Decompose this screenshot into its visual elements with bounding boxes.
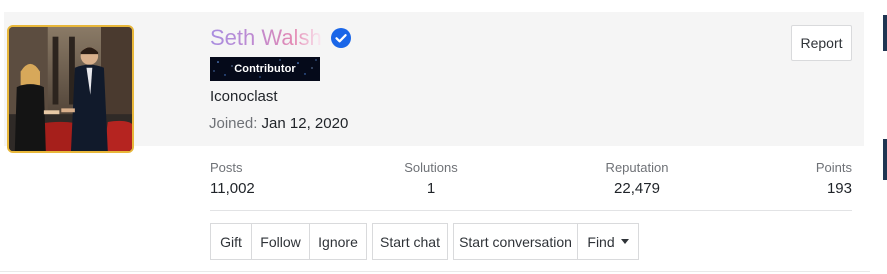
avatar[interactable] [7, 25, 134, 153]
member-stats: Posts 11,002 Solutions 1 Reputation 22,4… [210, 160, 852, 200]
card-divider [0, 271, 870, 272]
report-button[interactable]: Report [791, 25, 852, 61]
stat-label: Points [815, 160, 852, 175]
joined-value: Jan 12, 2020 [261, 115, 349, 132]
stat-label: Reputation [605, 160, 669, 175]
joined-label: Joined: [209, 115, 258, 132]
follow-button[interactable]: Follow [251, 223, 310, 260]
caret-down-icon [620, 239, 629, 244]
stat-solutions[interactable]: Solutions 1 [404, 160, 457, 199]
start-conversation-button[interactable]: Start conversation [453, 223, 578, 260]
stat-value: 1 [426, 180, 436, 197]
start-chat-button[interactable]: Start chat [372, 223, 448, 260]
name-row: Seth Walsh [210, 24, 352, 52]
user-title: Iconoclast [210, 88, 278, 105]
stat-label: Posts [210, 160, 243, 175]
stat-label: Solutions [404, 160, 458, 175]
stat-points[interactable]: Points 193 [816, 160, 852, 199]
username[interactable]: Seth Walsh [210, 24, 328, 52]
verified-check-icon [330, 28, 351, 48]
stat-value: 11,002 [210, 180, 255, 197]
avatar-photo [9, 27, 132, 151]
rank-badge: Contributor [210, 57, 320, 81]
stat-value: 193 [826, 180, 852, 197]
stats-divider [210, 210, 852, 211]
ignore-button[interactable]: Ignore [309, 223, 367, 260]
edge-accent-bar [883, 139, 887, 180]
stat-value: 22,479 [614, 180, 660, 197]
gift-button[interactable]: Gift [210, 223, 252, 260]
find-dropdown-button[interactable]: Find [577, 223, 639, 260]
find-label: Find [587, 233, 615, 250]
rank-badge-label: Contributor [234, 63, 296, 75]
stat-posts[interactable]: Posts 11,002 [210, 160, 255, 199]
joined-date: Joined: Jan 12, 2020 [209, 115, 348, 132]
edge-accent-bar [883, 15, 887, 51]
member-profile-card: Seth Walsh Contributor Iconoclast Joined… [0, 0, 887, 274]
profile-actions: Gift Follow Ignore Start chat Start conv… [210, 223, 639, 260]
stat-reputation[interactable]: Reputation 22,479 [606, 160, 669, 199]
